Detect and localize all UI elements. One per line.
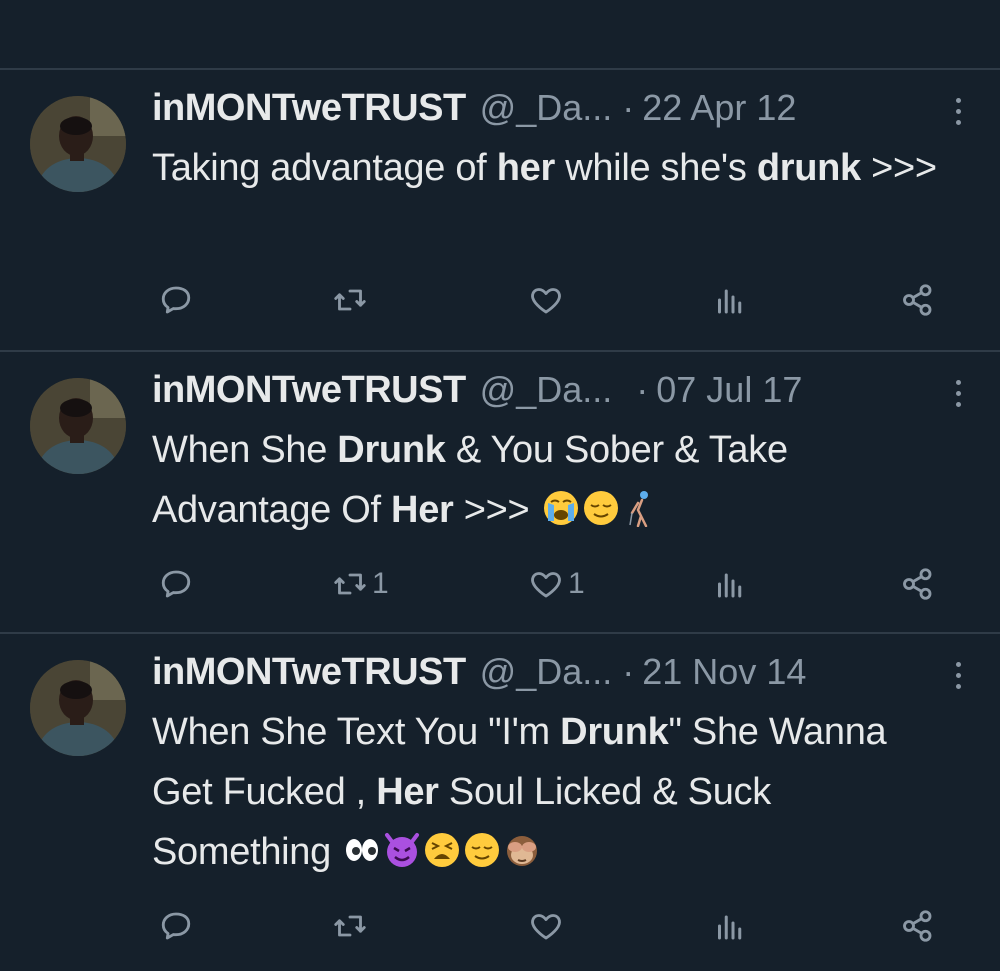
tweet-header: inMONTweTRUST @_Da... · 07 Jul 17 — [152, 368, 912, 412]
eyes-emoji — [343, 831, 381, 869]
share-icon — [903, 910, 932, 942]
reply-icon — [161, 570, 191, 598]
avatar[interactable] — [30, 660, 126, 756]
reply-button[interactable] — [158, 904, 194, 948]
tweet[interactable]: inMONTweTRUST @_Da... · 22 Apr 12 Taking… — [0, 70, 1000, 350]
like-button[interactable]: 1 — [528, 562, 585, 606]
display-name[interactable]: inMONTweTRUST — [152, 86, 466, 130]
avatar[interactable] — [30, 378, 126, 474]
views-icon — [718, 915, 742, 940]
display-name[interactable]: inMONTweTRUST — [152, 368, 466, 412]
tweet-date[interactable]: 21 Nov 14 — [642, 650, 806, 694]
loudly-crying-face-emoji — [542, 489, 580, 527]
tweet-actions — [0, 278, 1000, 322]
reply-button[interactable] — [158, 562, 194, 606]
share-button[interactable] — [900, 904, 936, 948]
tweet-text: Taking advantage of her while she's drun… — [152, 147, 937, 189]
avatar[interactable] — [30, 96, 126, 192]
tweet-date[interactable]: 07 Jul 17 — [656, 368, 802, 412]
tweet[interactable]: inMONTweTRUST @_Da... · 07 Jul 17 When S… — [0, 352, 1000, 632]
views-icon — [718, 573, 742, 598]
tweet-actions: 1 1 — [0, 562, 1000, 606]
golfer-emoji — [622, 489, 660, 527]
separator-dot: · — [622, 87, 635, 128]
user-handle[interactable]: @_Da... — [480, 86, 613, 130]
separator-dot: · — [622, 651, 635, 692]
tweet-header: inMONTweTRUST @_Da... · 21 Nov 14 — [152, 650, 912, 694]
relieved-face-emoji — [463, 831, 501, 869]
tweet-text: When She Text You "I'm Drunk" She Wanna … — [152, 711, 887, 873]
like-icon — [531, 914, 561, 940]
tweet-actions — [0, 904, 1000, 948]
reply-icon — [161, 286, 191, 314]
like-icon — [531, 572, 561, 598]
reply-icon — [161, 912, 191, 940]
share-button[interactable] — [900, 562, 936, 606]
views-button[interactable] — [712, 278, 748, 322]
separator-dot: · — [636, 369, 649, 410]
like-count: 1 — [568, 567, 585, 600]
tired-face-emoji — [423, 831, 461, 869]
more-options-icon[interactable] — [952, 380, 964, 416]
more-options-icon[interactable] — [952, 662, 964, 698]
share-icon — [903, 568, 932, 600]
reply-button[interactable] — [158, 278, 194, 322]
retweet-button[interactable] — [332, 904, 372, 948]
top-strip — [0, 0, 1000, 68]
views-button[interactable] — [712, 562, 748, 606]
like-button[interactable] — [528, 278, 568, 322]
views-icon — [718, 289, 742, 314]
user-handle[interactable]: @_Da... — [480, 650, 613, 694]
tweet-date[interactable]: 22 Apr 12 — [642, 86, 796, 130]
relieved-face-emoji — [582, 489, 620, 527]
tweet-header: inMONTweTRUST @_Da... · 22 Apr 12 — [152, 86, 912, 130]
see-no-evil-monkey-emoji — [503, 831, 541, 869]
retweet-count: 1 — [372, 567, 389, 600]
user-handle[interactable]: @_Da... — [480, 368, 613, 412]
retweet-button[interactable]: 1 — [332, 562, 389, 606]
retweet-button[interactable] — [332, 278, 372, 322]
smiling-devil-emoji — [383, 831, 421, 869]
retweet-icon — [334, 573, 366, 595]
like-button[interactable] — [528, 904, 568, 948]
share-icon — [903, 284, 932, 316]
tweet-text: When She Drunk & You Sober & Take Advant… — [152, 429, 788, 531]
like-icon — [531, 288, 561, 314]
views-button[interactable] — [712, 904, 748, 948]
display-name[interactable]: inMONTweTRUST — [152, 650, 466, 694]
tweet[interactable]: inMONTweTRUST @_Da... · 21 Nov 14 When S… — [0, 634, 1000, 971]
retweet-icon — [334, 915, 366, 937]
more-options-icon[interactable] — [952, 98, 964, 134]
retweet-icon — [334, 289, 366, 311]
share-button[interactable] — [900, 278, 936, 322]
